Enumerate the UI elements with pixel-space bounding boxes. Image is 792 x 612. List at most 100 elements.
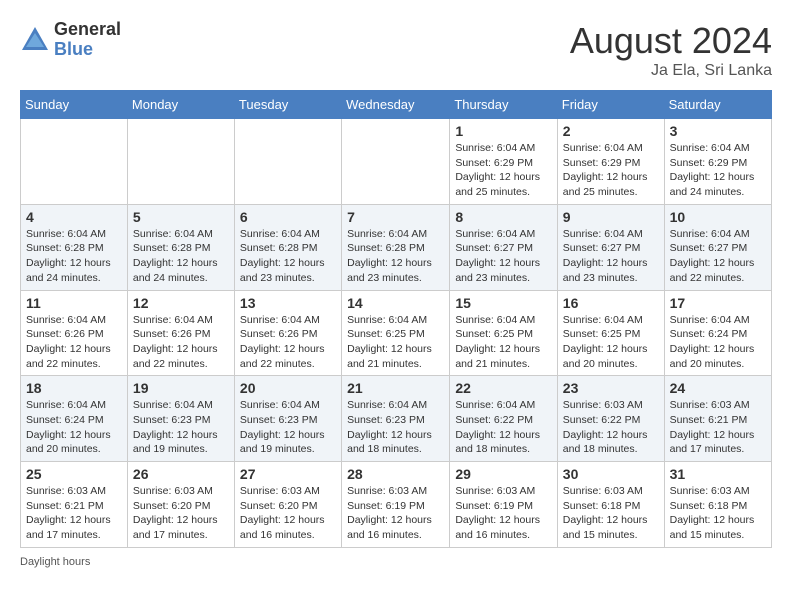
calendar-table: SundayMondayTuesdayWednesdayThursdayFrid… — [20, 90, 772, 548]
logo-icon — [20, 25, 50, 55]
day-number: 18 — [26, 380, 122, 396]
day-number: 4 — [26, 209, 122, 225]
day-info: Sunrise: 6:04 AM Sunset: 6:27 PM Dayligh… — [455, 227, 551, 286]
calendar-cell: 19Sunrise: 6:04 AM Sunset: 6:23 PM Dayli… — [127, 376, 234, 462]
calendar-cell: 31 Sunrise: 6:03 AM Sunset: 6:18 PM Dayli… — [664, 462, 771, 548]
day-info: Sunrise: 6:04 AM Sunset: 6:28 PM Dayligh… — [26, 227, 122, 286]
calendar-cell: 12 Sunrise: 6:04 AM Sunset: 6:26 PM Dayli… — [127, 290, 234, 376]
calendar-cell — [342, 119, 450, 205]
day-info: Sunrise: 6:04 AM Sunset: 6:28 PM Dayligh… — [347, 227, 444, 286]
day-number: 6 — [240, 209, 336, 225]
day-number: 28 — [347, 466, 444, 482]
logo-blue-label: Blue — [54, 40, 121, 60]
day-number: 25 — [26, 466, 122, 482]
day-number: 13 — [240, 295, 336, 311]
day-info: Sunrise: 6:04 AM Sunset: 6:25 PM Dayligh… — [347, 313, 444, 372]
calendar-cell: 21Sunrise: 6:04 AM Sunset: 6:23 PM Dayli… — [342, 376, 450, 462]
day-number: 14 — [347, 295, 444, 311]
calendar-cell: 27 Sunrise: 6:03 AM Sunset: 6:20 PM Dayli… — [234, 462, 341, 548]
calendar-cell: 7Sunrise: 6:04 AM Sunset: 6:28 PM Daylig… — [342, 204, 450, 290]
calendar-cell: 6 Sunrise: 6:04 AM Sunset: 6:28 PM Daylig… — [234, 204, 341, 290]
calendar-header-monday: Monday — [127, 91, 234, 119]
day-number: 19 — [133, 380, 229, 396]
calendar-header-saturday: Saturday — [664, 91, 771, 119]
daylight-note: Daylight hours — [20, 556, 90, 568]
calendar-header-friday: Friday — [557, 91, 664, 119]
day-info: Sunrise: 6:04 AM Sunset: 6:28 PM Dayligh… — [240, 227, 336, 286]
calendar-cell: 29 Sunrise: 6:03 AM Sunset: 6:19 PM Dayli… — [450, 462, 557, 548]
day-number: 11 — [26, 295, 122, 311]
day-info: Sunrise: 6:04 AM Sunset: 6:24 PM Dayligh… — [26, 398, 122, 457]
calendar-cell: 28 Sunrise: 6:03 AM Sunset: 6:19 PM Dayli… — [342, 462, 450, 548]
logo-general-label: General — [54, 20, 121, 40]
day-info: Sunrise: 6:03 AM Sunset: 6:18 PM Dayligh… — [563, 484, 659, 543]
logo: General Blue — [20, 20, 121, 60]
day-info: Sunrise: 6:03 AM Sunset: 6:21 PM Dayligh… — [670, 398, 766, 457]
calendar-cell: 3 Sunrise: 6:04 AM Sunset: 6:29 PM Daylig… — [664, 119, 771, 205]
calendar-cell — [234, 119, 341, 205]
day-info: Sunrise: 6:04 AM Sunset: 6:26 PM Dayligh… — [133, 313, 229, 372]
calendar-cell: 25 Sunrise: 6:03 AM Sunset: 6:21 PM Dayli… — [21, 462, 128, 548]
calendar-week-4: 18 Sunrise: 6:04 AM Sunset: 6:24 PM Dayli… — [21, 376, 772, 462]
day-number: 2 — [563, 123, 659, 139]
day-number: 29 — [455, 466, 551, 482]
calendar-cell: 5 Sunrise: 6:04 AM Sunset: 6:28 PM Daylig… — [127, 204, 234, 290]
day-number: 8 — [455, 209, 551, 225]
calendar-cell: 30Sunrise: 6:03 AM Sunset: 6:18 PM Dayli… — [557, 462, 664, 548]
month-title: August 2024 — [570, 20, 772, 62]
title-area: August 2024 Ja Ela, Sri Lanka — [570, 20, 772, 80]
day-number: 27 — [240, 466, 336, 482]
calendar-cell: 22Sunrise: 6:04 AM Sunset: 6:22 PM Dayli… — [450, 376, 557, 462]
day-info: Sunrise: 6:04 AM Sunset: 6:27 PM Dayligh… — [563, 227, 659, 286]
day-number: 15 — [455, 295, 551, 311]
calendar-week-5: 25 Sunrise: 6:03 AM Sunset: 6:21 PM Dayli… — [21, 462, 772, 548]
day-info: Sunrise: 6:03 AM Sunset: 6:20 PM Dayligh… — [240, 484, 336, 543]
calendar-cell: 18 Sunrise: 6:04 AM Sunset: 6:24 PM Dayli… — [21, 376, 128, 462]
calendar-cell: 4 Sunrise: 6:04 AM Sunset: 6:28 PM Daylig… — [21, 204, 128, 290]
calendar-header-wednesday: Wednesday — [342, 91, 450, 119]
day-number: 21 — [347, 380, 444, 396]
day-info: Sunrise: 6:03 AM Sunset: 6:21 PM Dayligh… — [26, 484, 122, 543]
calendar-header-thursday: Thursday — [450, 91, 557, 119]
location-label: Ja Ela, Sri Lanka — [570, 62, 772, 80]
calendar-header-tuesday: Tuesday — [234, 91, 341, 119]
day-info: Sunrise: 6:03 AM Sunset: 6:22 PM Dayligh… — [563, 398, 659, 457]
day-info: Sunrise: 6:03 AM Sunset: 6:19 PM Dayligh… — [347, 484, 444, 543]
calendar-cell: 9 Sunrise: 6:04 AM Sunset: 6:27 PM Daylig… — [557, 204, 664, 290]
day-number: 5 — [133, 209, 229, 225]
calendar-cell: 2Sunrise: 6:04 AM Sunset: 6:29 PM Daylig… — [557, 119, 664, 205]
footer-note: Daylight hours — [20, 556, 772, 568]
day-info: Sunrise: 6:04 AM Sunset: 6:25 PM Dayligh… — [455, 313, 551, 372]
day-number: 20 — [240, 380, 336, 396]
day-info: Sunrise: 6:04 AM Sunset: 6:29 PM Dayligh… — [670, 141, 766, 200]
day-number: 24 — [670, 380, 766, 396]
day-info: Sunrise: 6:04 AM Sunset: 6:24 PM Dayligh… — [670, 313, 766, 372]
day-number: 22 — [455, 380, 551, 396]
day-number: 3 — [670, 123, 766, 139]
day-info: Sunrise: 6:03 AM Sunset: 6:19 PM Dayligh… — [455, 484, 551, 543]
day-number: 31 — [670, 466, 766, 482]
day-info: Sunrise: 6:04 AM Sunset: 6:26 PM Dayligh… — [26, 313, 122, 372]
calendar-cell: 26 Sunrise: 6:03 AM Sunset: 6:20 PM Dayli… — [127, 462, 234, 548]
calendar-cell: 15 Sunrise: 6:04 AM Sunset: 6:25 PM Dayli… — [450, 290, 557, 376]
day-number: 17 — [670, 295, 766, 311]
calendar-cell: 20Sunrise: 6:04 AM Sunset: 6:23 PM Dayli… — [234, 376, 341, 462]
calendar-cell: 24 Sunrise: 6:03 AM Sunset: 6:21 PM Dayli… — [664, 376, 771, 462]
page-header: General Blue August 2024 Ja Ela, Sri Lan… — [20, 20, 772, 80]
day-number: 9 — [563, 209, 659, 225]
calendar-cell — [127, 119, 234, 205]
day-number: 26 — [133, 466, 229, 482]
calendar-cell: 14 Sunrise: 6:04 AM Sunset: 6:25 PM Dayli… — [342, 290, 450, 376]
day-info: Sunrise: 6:04 AM Sunset: 6:25 PM Dayligh… — [563, 313, 659, 372]
calendar-cell — [21, 119, 128, 205]
calendar-cell: 1Sunrise: 6:04 AM Sunset: 6:29 PM Daylig… — [450, 119, 557, 205]
calendar-cell: 16Sunrise: 6:04 AM Sunset: 6:25 PM Dayli… — [557, 290, 664, 376]
calendar-cell: 17 Sunrise: 6:04 AM Sunset: 6:24 PM Dayli… — [664, 290, 771, 376]
day-info: Sunrise: 6:03 AM Sunset: 6:18 PM Dayligh… — [670, 484, 766, 543]
calendar-cell: 8 Sunrise: 6:04 AM Sunset: 6:27 PM Daylig… — [450, 204, 557, 290]
day-number: 12 — [133, 295, 229, 311]
logo-text: General Blue — [54, 20, 121, 60]
day-info: Sunrise: 6:03 AM Sunset: 6:20 PM Dayligh… — [133, 484, 229, 543]
day-info: Sunrise: 6:04 AM Sunset: 6:28 PM Dayligh… — [133, 227, 229, 286]
day-info: Sunrise: 6:04 AM Sunset: 6:27 PM Dayligh… — [670, 227, 766, 286]
